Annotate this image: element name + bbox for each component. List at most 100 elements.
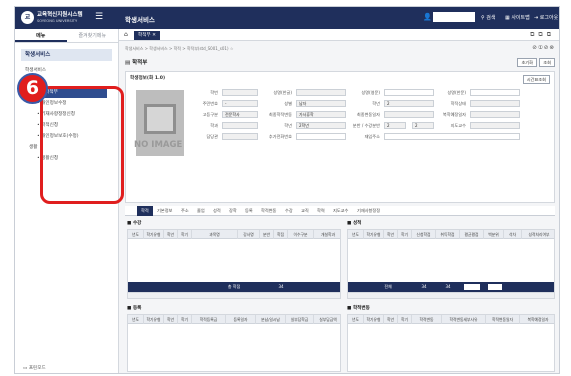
brand-name: 교육혁신지원시스템 — [37, 12, 83, 18]
tab-scholarship[interactable]: 장학 — [229, 206, 237, 216]
reset-button[interactable]: 초기화 — [517, 58, 537, 67]
tab-menu[interactable]: 메뉴 — [15, 29, 67, 42]
column-header[interactable]: 학적변동세부사유 — [442, 315, 486, 324]
tab-grades[interactable]: 성적 — [213, 206, 221, 216]
year-field: 2학년 — [296, 122, 346, 129]
app-title: 학생서비스 — [125, 16, 155, 24]
tab-education[interactable]: 학력 — [317, 206, 325, 216]
grid-icon: ▦ — [505, 15, 510, 21]
column-header[interactable]: 분반 — [260, 230, 274, 239]
column-header[interactable]: 학적변동 — [412, 315, 442, 324]
column-header[interactable]: 학기 — [398, 230, 412, 239]
field-label: 학년 — [372, 101, 380, 106]
annotation-step-number: 6 — [17, 73, 48, 104]
page-control-icons[interactable]: ⊘①⊘⊗ — [532, 45, 555, 51]
tab-address[interactable]: 주소 — [181, 206, 189, 216]
tab-basic-info[interactable]: 기본정보 — [157, 206, 172, 216]
brand-subtitle: SOYEONG UNIVERSITY — [37, 19, 78, 23]
column-header[interactable]: 학년 — [384, 230, 398, 239]
column-header[interactable]: 년도 — [128, 315, 144, 324]
column-header[interactable]: 학기유형 — [364, 315, 384, 324]
print-mode-link[interactable]: ▭ 프린모드 — [23, 365, 46, 371]
column-header[interactable]: 학점 — [274, 230, 288, 239]
column-header[interactable]: 학기유형 — [364, 230, 384, 239]
image-placeholder-icon — [144, 104, 176, 134]
panel-title: 학생정보(화 1.0) — [130, 76, 166, 81]
gender-field: 남자 — [296, 100, 346, 107]
tab-correction[interactable]: 기재사항정정 — [357, 206, 380, 216]
column-header[interactable]: 취득학점 — [436, 230, 460, 239]
name-english-field[interactable] — [384, 89, 434, 96]
tab-graduation[interactable]: 졸업 — [197, 206, 205, 216]
column-header[interactable]: 강사명 — [238, 230, 260, 239]
page-title: ▤ 학적부 — [125, 60, 148, 66]
student-info-panel: 학생정보(화 1.0) 시간표조회 NO IMAGE 학번 성명(한글) 성명(… — [125, 71, 555, 203]
sitemap-link[interactable]: ▦ 사이트맵 — [505, 14, 530, 21]
column-header[interactable]: 복학예정일자 — [520, 315, 556, 324]
breadcrumb: 학생서비스 > 학생서비스 > 학적 > 학적부(std_S001_s01) ☆ — [125, 46, 234, 51]
extra-phone-field[interactable] — [296, 133, 346, 140]
horizontal-scrollbar[interactable] — [128, 292, 340, 298]
column-header[interactable]: 백분위 — [484, 230, 504, 239]
column-header[interactable]: 학년 — [164, 315, 178, 324]
horizontal-scrollbar[interactable] — [348, 292, 554, 298]
status-field — [470, 100, 520, 107]
tab-hakjukbu[interactable]: 학적부 ✕ — [134, 31, 161, 40]
grid-header: 년도 학기유형 학년 학기 학적변동 학적변동세부사유 학적변동일자 복학예정일… — [348, 315, 554, 324]
column-header[interactable]: 년도 — [348, 230, 364, 239]
tab-advisor[interactable]: 지도교수 — [333, 206, 348, 216]
footer-gpa-box — [464, 284, 480, 290]
hamburger-icon[interactable]: ☰ — [95, 12, 103, 22]
column-header[interactable]: 학년 — [384, 315, 398, 324]
sidebar-section-title: 학생서비스 — [21, 49, 112, 61]
field-label: 복학예정일자 — [442, 112, 466, 117]
column-header[interactable]: 등록일자 — [226, 315, 256, 324]
tab-hakjuk[interactable]: 학적 — [137, 206, 153, 216]
monitor-icon: ▭ — [23, 366, 28, 371]
window-control-icons[interactable]: ⧉⧉⧉ — [530, 31, 555, 39]
tab-registration[interactable]: 등록 — [245, 206, 253, 216]
column-header[interactable]: 개설학과 — [314, 230, 342, 239]
column-header[interactable]: 실부담금액 — [314, 315, 342, 324]
home-icon[interactable]: ⌂ — [124, 31, 128, 38]
column-header[interactable]: 평균평점 — [460, 230, 484, 239]
address-field[interactable] — [384, 133, 520, 140]
search-link[interactable]: ⚲ 검색 — [481, 14, 495, 21]
footer-total-credits: 34 — [278, 284, 284, 289]
timetable-button[interactable]: 시간표조회 — [522, 75, 550, 84]
tab-courses[interactable]: 수강 — [285, 206, 293, 216]
tab-favorites[interactable]: 즐겨찾기메뉴 — [67, 29, 119, 42]
column-header[interactable]: 학기 — [178, 230, 192, 239]
column-header[interactable]: 석차 — [504, 230, 522, 239]
column-header[interactable]: 년도 — [348, 315, 364, 324]
column-header[interactable]: 년도 — [128, 230, 144, 239]
column-header[interactable]: 이수구분 — [288, 230, 314, 239]
field-label: 성명(한글) — [273, 90, 292, 95]
column-header[interactable]: 학적등록금 — [192, 315, 226, 324]
column-header[interactable]: 학기 — [178, 315, 192, 324]
grid-header: 년도 학기유형 학년 학기 신청학점 취득학점 평균평점 백분위 석차 성적처리… — [348, 230, 554, 239]
field-label: 지도교수 — [450, 123, 466, 128]
search-button[interactable]: 조회 — [539, 58, 555, 67]
column-header[interactable]: 과목명 — [192, 230, 238, 239]
name-hanja-field[interactable] — [470, 89, 520, 96]
column-header[interactable]: 실부담학금 — [286, 315, 314, 324]
column-header[interactable]: 성적처리여부 — [522, 230, 556, 239]
grid-title-grades: ■ 성적 — [347, 221, 362, 226]
grid-header: 년도 학기유형 학년 학기 과목명 강사명 분반 학점 이수구분 개설학과 — [128, 230, 340, 239]
tab-status-change[interactable]: 학적변동 — [261, 206, 276, 216]
close-icon[interactable]: ✕ — [152, 33, 156, 38]
column-header[interactable]: 학적변동일자 — [486, 315, 520, 324]
column-header[interactable]: 학기 — [398, 315, 412, 324]
field-label: 최종학적변동 — [268, 112, 292, 117]
field-label: 분반 / 수강분반 — [352, 123, 380, 128]
no-image-label: NO IMAGE — [134, 140, 183, 150]
column-header[interactable]: 신청학점 — [412, 230, 436, 239]
column-header[interactable]: 분납/일시납 — [256, 315, 286, 324]
column-header[interactable]: 학년 — [164, 230, 178, 239]
degree-type-field: 전문학사 — [222, 111, 258, 118]
column-header[interactable]: 학기유형 — [144, 315, 164, 324]
logout-link[interactable]: ⇥ 로그아웃 — [534, 14, 558, 21]
column-header[interactable]: 학기유형 — [144, 230, 164, 239]
tab-teaching[interactable]: 교직 — [301, 206, 309, 216]
